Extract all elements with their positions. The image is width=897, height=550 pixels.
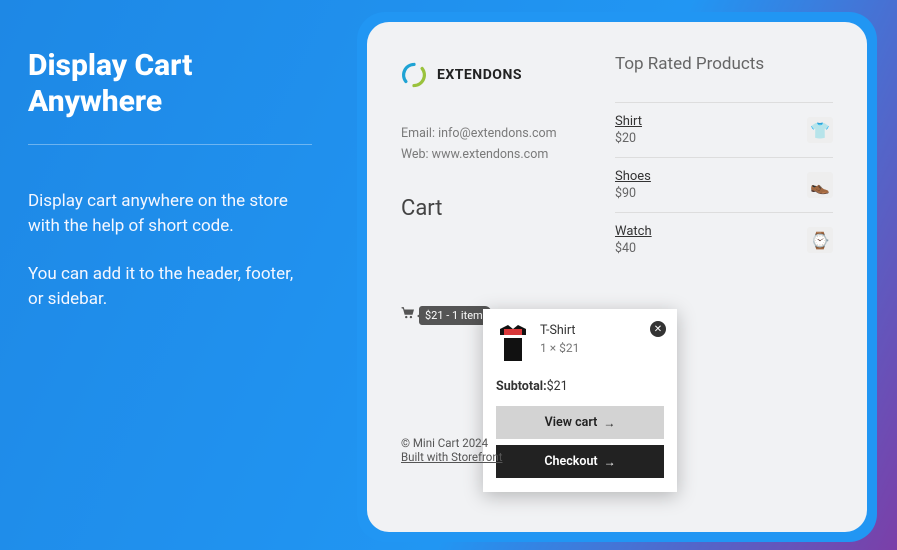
extendons-logo-icon: [401, 62, 427, 88]
product-price: $20: [615, 131, 642, 146]
checkout-label: Checkout: [544, 454, 597, 469]
product-link[interactable]: Shirt: [615, 114, 642, 129]
footer-built-link[interactable]: Built with Storefront: [401, 450, 502, 464]
product-row[interactable]: Shoes $90 👞: [615, 158, 833, 213]
cart-item-thumb: [496, 323, 530, 363]
minicart-trigger[interactable]: $21 - 1 item: [401, 304, 491, 325]
product-link[interactable]: Shoes: [615, 169, 651, 184]
minicart-popup: T-Shirt 1 × $21 ✕ Subtotal:$21 View cart…: [483, 309, 677, 492]
minicart-badge[interactable]: $21 - 1 item: [419, 306, 491, 325]
view-cart-label: View cart: [545, 415, 598, 430]
hero-blurb-2: You can add it to the header, footer, or…: [28, 262, 312, 311]
storefront-screenshot: EXTENDONS Email: info@extendons.com Web:…: [367, 22, 867, 532]
cart-item-name: T-Shirt: [540, 323, 664, 338]
product-row[interactable]: Shirt $20 👕: [615, 102, 833, 158]
hero-title: Display Cart Anywhere: [28, 48, 312, 120]
product-thumb-icon: ⌚: [807, 227, 833, 253]
footer-copy: © Mini Cart 2024: [401, 436, 502, 450]
product-price: $90: [615, 186, 651, 201]
remove-item-button[interactable]: ✕: [650, 321, 666, 337]
checkout-button[interactable]: Checkout →: [496, 445, 664, 478]
product-thumb-icon: 👞: [807, 172, 833, 198]
hero-blurb-1: Display cart anywhere on the store with …: [28, 189, 312, 238]
top-rated-heading: Top Rated Products: [615, 54, 833, 74]
product-thumb-icon: 👕: [807, 117, 833, 143]
close-icon: ✕: [654, 324, 662, 335]
contact-web: Web: www.extendons.com: [401, 147, 581, 162]
product-link[interactable]: Watch: [615, 224, 652, 239]
arrow-right-icon: →: [604, 455, 616, 469]
view-cart-button[interactable]: View cart →: [496, 406, 664, 439]
subtotal-value: $21: [547, 379, 568, 394]
divider: [28, 144, 312, 145]
cart-item-qty: 1 × $21: [540, 341, 664, 355]
product-price: $40: [615, 241, 652, 256]
contact-email: Email: info@extendons.com: [401, 126, 581, 141]
arrow-right-icon: →: [603, 416, 615, 430]
brand-name: EXTENDONS: [437, 67, 522, 83]
subtotal-label: Subtotal:: [496, 379, 547, 394]
product-row[interactable]: Watch $40 ⌚: [615, 213, 833, 267]
cart-heading: Cart: [401, 196, 581, 221]
screenshot-card: EXTENDONS Email: info@extendons.com Web:…: [357, 12, 877, 542]
